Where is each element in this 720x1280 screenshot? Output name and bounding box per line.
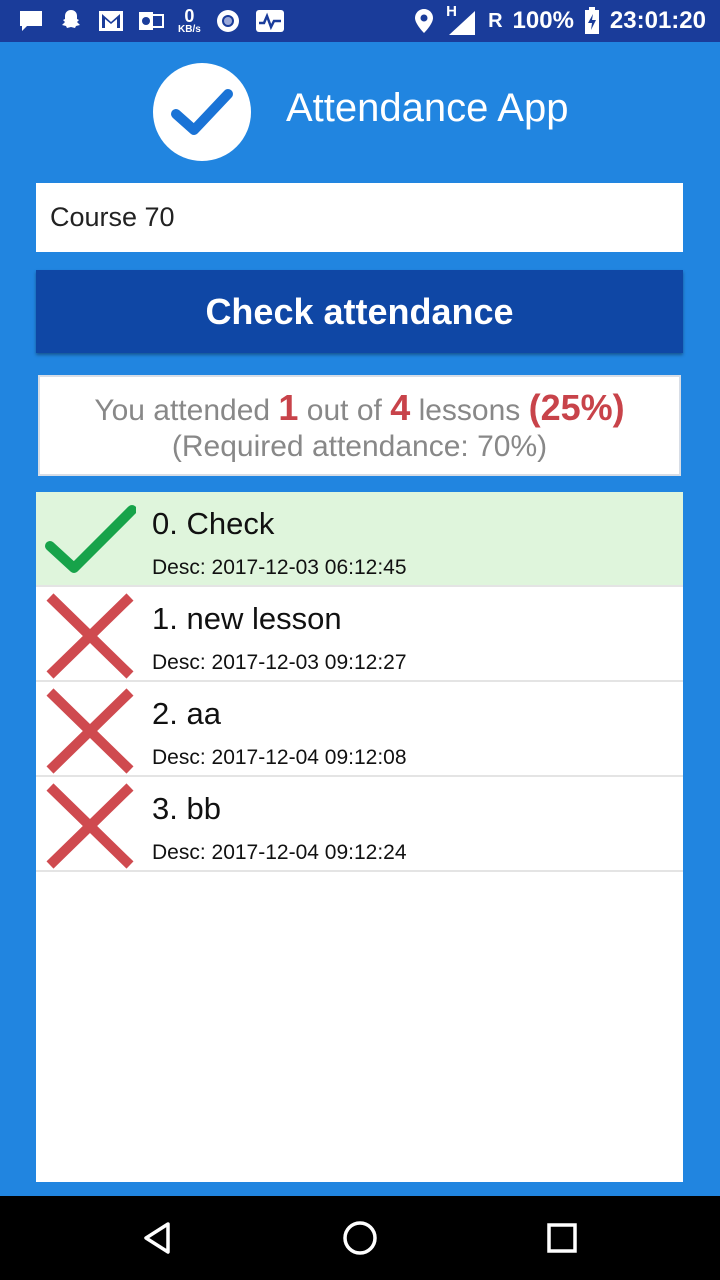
course-input[interactable]: Course 70 (36, 183, 683, 252)
attended-count: 1 (278, 387, 299, 428)
home-icon[interactable] (338, 1216, 382, 1260)
red-cross-icon (46, 783, 134, 869)
app-title: Attendance App (286, 86, 569, 130)
lesson-title: 1. new lesson (152, 601, 342, 636)
snapchat-icon (62, 10, 80, 28)
summary-prefix: You attended (94, 394, 271, 427)
lesson-row[interactable]: 2. aa Desc: 2017-12-04 09:12:08 (36, 682, 683, 777)
recents-icon[interactable] (540, 1216, 584, 1260)
lesson-title: 2. aa (152, 696, 221, 731)
app-logo (153, 63, 251, 161)
red-cross-icon (46, 688, 134, 774)
speed-value: 0 (184, 6, 195, 26)
gmail-icon (99, 11, 123, 31)
check-attendance-button[interactable]: Check attendance (36, 270, 683, 353)
attendance-percent: (25%) (528, 387, 625, 428)
green-check-icon (45, 505, 136, 573)
lesson-desc: Desc: 2017-12-03 06:12:45 (152, 556, 407, 579)
summary-suffix: lessons (418, 394, 521, 427)
system-status: H R 100% 23:01:20 (414, 0, 706, 42)
roaming-indicator: R (488, 9, 503, 32)
lesson-title: 0. Check (152, 506, 275, 541)
clock: 23:01:20 (609, 7, 706, 34)
battery-charging-icon (584, 7, 599, 34)
lesson-desc: Desc: 2017-12-04 09:12:24 (152, 841, 407, 864)
lesson-title: 3. bb (152, 791, 221, 826)
circle-app-icon (216, 10, 239, 32)
lesson-row[interactable]: 0. Check Desc: 2017-12-03 06:12:45 (36, 492, 683, 587)
signal-indicator: H (444, 3, 478, 36)
app-header: Attendance App (0, 42, 720, 182)
checkmark-icon (171, 89, 233, 135)
signal-icon (449, 11, 476, 35)
speed-indicator: 0 KB/s (178, 7, 201, 35)
red-cross-icon (46, 593, 134, 679)
outlook-icon (139, 12, 164, 30)
lesson-desc: Desc: 2017-12-03 09:12:27 (152, 651, 407, 674)
back-icon[interactable] (136, 1216, 180, 1260)
lesson-desc: Desc: 2017-12-04 09:12:08 (152, 746, 407, 769)
total-count: 4 (390, 387, 411, 428)
navigation-bar (0, 1196, 720, 1280)
attendance-summary: You attended 1 out of 4 lessons (25%) (R… (38, 375, 681, 476)
notification-icons: 0 KB/s (18, 6, 285, 36)
lesson-list[interactable]: 0. Check Desc: 2017-12-03 06:12:45 1. ne… (36, 492, 683, 1182)
lesson-row[interactable]: 3. bb Desc: 2017-12-04 09:12:24 (36, 777, 683, 872)
required-attendance: (Required attendance: 70%) (171, 430, 548, 463)
location-icon (415, 9, 434, 33)
course-input-value: Course 70 (50, 202, 175, 232)
pulse-icon (255, 10, 284, 32)
summary-middle: out of (306, 394, 382, 427)
summary-line: You attended 1 out of 4 lessons (25%) (40, 387, 679, 429)
status-bar: 0 KB/s H R 100% 23:01:20 (0, 0, 720, 42)
speed-unit: KB/s (178, 24, 201, 35)
battery-percent: 100% (512, 7, 574, 34)
lesson-row[interactable]: 1. new lesson Desc: 2017-12-03 09:12:27 (36, 587, 683, 682)
chat-icon (20, 11, 42, 31)
